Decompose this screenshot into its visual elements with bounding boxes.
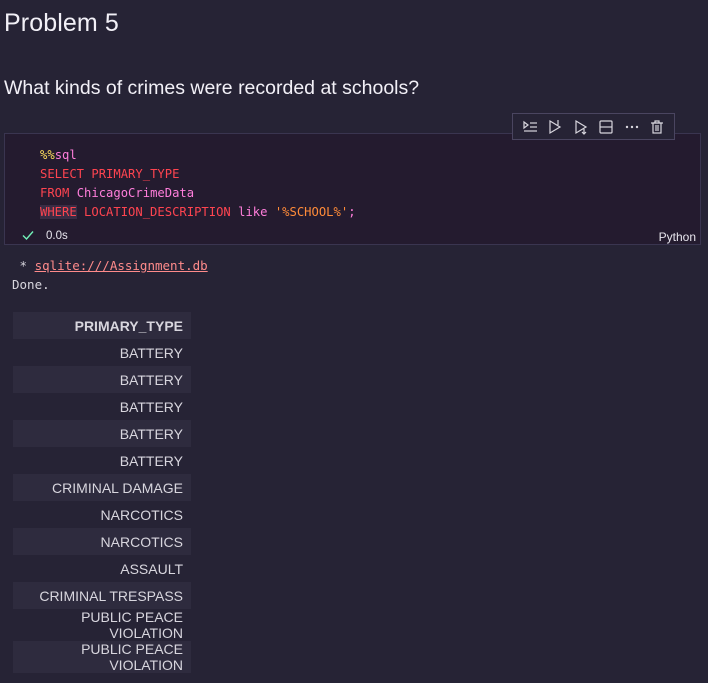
- db-link[interactable]: sqlite:///Assignment.db: [35, 258, 208, 273]
- table-cell: BATTERY: [13, 366, 191, 393]
- column-header-primary-type: PRIMARY_TYPE: [13, 312, 191, 339]
- code-magic-prefix: %%: [40, 148, 55, 162]
- delete-cell-button[interactable]: [647, 117, 667, 137]
- output-prefix: *: [12, 258, 35, 273]
- table-cell: BATTERY: [119, 452, 183, 469]
- output-db-line: * sqlite:///Assignment.db: [12, 258, 208, 273]
- markdown-question: What kinds of crimes were recorded at sc…: [4, 77, 420, 99]
- table-row: CRIMINAL DAMAGE: [13, 474, 191, 501]
- run-by-line-button[interactable]: [520, 117, 540, 137]
- code-line-3: FROM ChicagoCrimeData: [40, 184, 356, 203]
- run-by-line-icon: [523, 120, 537, 132]
- table-cell: PUBLIC PEACE VIOLATION: [13, 641, 191, 673]
- table-cell: BATTERY: [119, 344, 183, 361]
- code-column: PRIMARY_TYPE: [84, 167, 180, 181]
- table-row: PUBLIC PEACE VIOLATION: [13, 609, 191, 641]
- delete-cell-icon: [651, 119, 664, 134]
- markdown-heading: Problem 5: [4, 9, 119, 37]
- table-row: BATTERY: [13, 393, 191, 420]
- execute-below-button[interactable]: [571, 117, 591, 137]
- code-line-4: WHERE LOCATION_DESCRIPTION like '%SCHOOL…: [40, 203, 356, 222]
- code-keyword-from: FROM: [40, 186, 70, 200]
- code-keyword-like: like: [238, 205, 268, 219]
- table-cell: BATTERY: [13, 420, 191, 447]
- code-where-column: LOCATION_DESCRIPTION: [76, 205, 239, 219]
- table-cell: NARCOTICS: [13, 528, 191, 555]
- cell-toolbar: [512, 113, 675, 140]
- code-semicolon: ;: [348, 205, 356, 219]
- result-table: PRIMARY_TYPE BATTERY BATTERY BATTERY BAT…: [13, 312, 191, 673]
- more-actions-icon: [625, 125, 638, 128]
- table-cell: BATTERY: [119, 398, 183, 415]
- cell-language[interactable]: Python: [659, 230, 696, 244]
- output-done: Done.: [12, 277, 50, 292]
- table-row: PUBLIC PEACE VIOLATION: [13, 641, 191, 673]
- table-row: BATTERY: [13, 366, 191, 393]
- execution-time: 0.0s: [46, 230, 68, 242]
- code-editor[interactable]: %%sql SELECT PRIMARY_TYPE FROM ChicagoCrim…: [40, 146, 356, 222]
- table-cell: PUBLIC PEACE VIOLATION: [81, 609, 183, 641]
- table-row: NARCOTICS: [13, 501, 191, 528]
- code-table-name: ChicagoCrimeData: [69, 186, 195, 200]
- code-keyword-where: WHERE: [40, 205, 77, 219]
- code-keyword-select: SELECT: [40, 167, 85, 181]
- code-line-1: %%sql: [40, 146, 356, 165]
- table-cell: ASSAULT: [120, 560, 183, 577]
- code-magic-name: sql: [54, 148, 77, 162]
- execute-above-icon: [549, 119, 562, 134]
- table-row: BATTERY: [13, 339, 191, 366]
- execute-below-icon: [575, 119, 587, 135]
- table-row: BATTERY: [13, 447, 191, 474]
- code-line-2: SELECT PRIMARY_TYPE: [40, 165, 356, 184]
- more-actions-button[interactable]: [622, 117, 642, 137]
- table-row: ASSAULT: [13, 555, 191, 582]
- execute-above-button[interactable]: [545, 117, 565, 137]
- split-cell-button[interactable]: [596, 117, 616, 137]
- code-cell[interactable]: %%sql SELECT PRIMARY_TYPE FROM ChicagoCrim…: [4, 133, 701, 245]
- split-cell-icon: [599, 119, 613, 134]
- table-cell: NARCOTICS: [100, 506, 183, 523]
- notebook-page: Problem 5 What kinds of crimes were reco…: [0, 0, 708, 683]
- check-icon: [22, 231, 34, 241]
- table-cell: CRIMINAL TRESPASS: [13, 582, 191, 609]
- table-cell: CRIMINAL DAMAGE: [13, 474, 191, 501]
- table-row: NARCOTICS: [13, 528, 191, 555]
- code-string: '%SCHOOL%': [267, 205, 349, 219]
- table-row: BATTERY: [13, 420, 191, 447]
- table-header-row: PRIMARY_TYPE: [13, 312, 191, 339]
- table-row: CRIMINAL TRESPASS: [13, 582, 191, 609]
